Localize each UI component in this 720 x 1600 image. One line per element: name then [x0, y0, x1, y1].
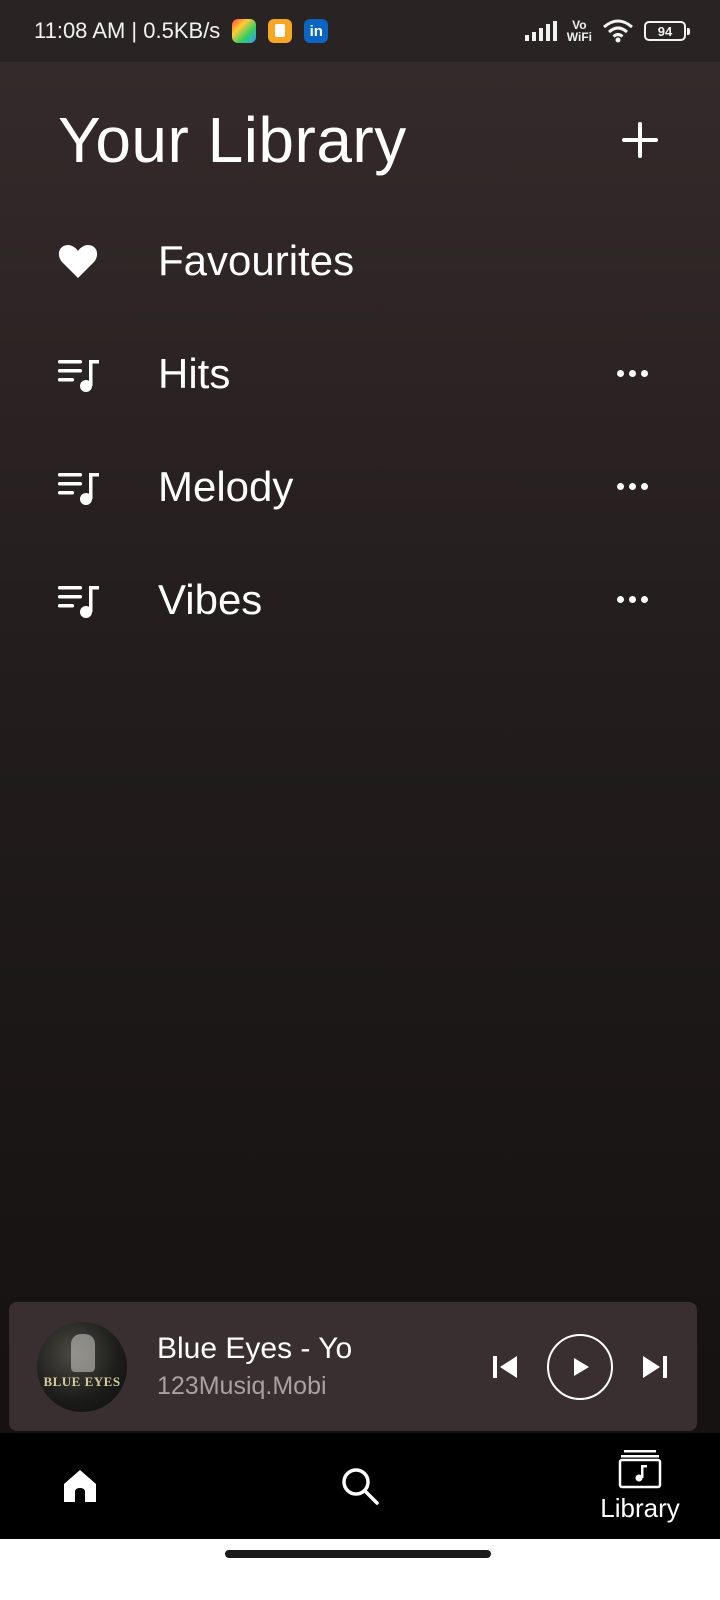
- more-dot: [629, 370, 636, 377]
- library-item-hits[interactable]: Hits: [0, 317, 720, 430]
- library-list: Favourites Hits Melody Vibes: [0, 204, 720, 656]
- album-art-figure: [71, 1333, 95, 1372]
- play-icon: [574, 1357, 589, 1376]
- home-indicator[interactable]: [225, 1550, 491, 1558]
- previous-button[interactable]: [491, 1354, 519, 1380]
- more-dot: [629, 596, 636, 603]
- heart-icon: [58, 241, 100, 281]
- skip-previous-icon: [493, 1355, 517, 1378]
- home-icon: [64, 1470, 96, 1502]
- library-icon: [618, 1449, 662, 1488]
- more-dot: [641, 370, 648, 377]
- playlist-icon: [58, 354, 100, 394]
- library-item-vibes[interactable]: Vibes: [0, 543, 720, 656]
- mini-player[interactable]: BLUE EYES Blue Eyes - Yo 123Musiq.Mobi: [9, 1302, 697, 1431]
- more-dot: [629, 483, 636, 490]
- nav-library[interactable]: Library: [440, 1433, 720, 1539]
- skip-next-icon: [643, 1355, 667, 1378]
- wifi-icon: [603, 19, 633, 43]
- track-info: Blue Eyes - Yo 123Musiq.Mobi: [157, 1332, 437, 1401]
- status-right: Vo WiFi 94: [524, 19, 690, 43]
- album-art: BLUE EYES: [37, 1321, 127, 1412]
- nav-search[interactable]: [280, 1433, 440, 1539]
- player-controls: [491, 1333, 669, 1400]
- more-dot: [617, 483, 624, 490]
- play-button[interactable]: [547, 1333, 613, 1400]
- library-item-favourites[interactable]: Favourites: [0, 204, 720, 317]
- search-icon: [342, 1468, 379, 1505]
- next-button[interactable]: [641, 1354, 669, 1380]
- library-header: Your Library: [58, 100, 662, 180]
- status-time: 11:08 AM | 0.5KB/s: [34, 18, 221, 43]
- add-playlist-button[interactable]: [618, 118, 662, 162]
- more-options-button[interactable]: [617, 473, 648, 500]
- library-item-label: Hits: [158, 349, 231, 397]
- library-item-label: Favourites: [158, 236, 355, 284]
- nav-home[interactable]: [0, 1433, 280, 1539]
- vowifi-indicator: Vo WiFi: [567, 19, 592, 43]
- playlist-icon: [58, 467, 100, 507]
- keep-notes-icon: [268, 19, 293, 43]
- nav-library-label: Library: [600, 1492, 680, 1523]
- page-title: Your Library: [58, 104, 407, 176]
- track-artist: 123Musiq.Mobi: [157, 1372, 327, 1400]
- gesture-bar: [0, 1539, 720, 1600]
- app-notification-icon: [232, 19, 257, 43]
- more-dot: [617, 370, 624, 377]
- library-item-melody[interactable]: Melody: [0, 430, 720, 543]
- vowifi-bottom-label: WiFi: [566, 30, 592, 44]
- track-title: Blue Eyes - Yo: [157, 1332, 353, 1365]
- linkedin-icon: in: [304, 19, 329, 43]
- status-left: 11:08 AM | 0.5KB/s in: [34, 18, 329, 44]
- album-art-text: BLUE EYES: [43, 1373, 121, 1389]
- status-bar: 11:08 AM | 0.5KB/s in Vo WiFi 94: [0, 0, 720, 62]
- playlist-icon: [58, 580, 100, 620]
- library-screen: Your Library Favourites Hits Melody Vibe…: [0, 62, 720, 1466]
- library-item-label: Vibes: [158, 575, 263, 623]
- more-dot: [641, 483, 648, 490]
- more-options-button[interactable]: [617, 360, 648, 387]
- more-options-button[interactable]: [617, 586, 648, 613]
- more-dot: [641, 596, 648, 603]
- library-item-label: Melody: [158, 462, 294, 510]
- battery-indicator: 94: [644, 21, 690, 41]
- signal-icon: [524, 21, 557, 41]
- more-dot: [617, 596, 624, 603]
- bottom-nav: Library: [0, 1433, 720, 1539]
